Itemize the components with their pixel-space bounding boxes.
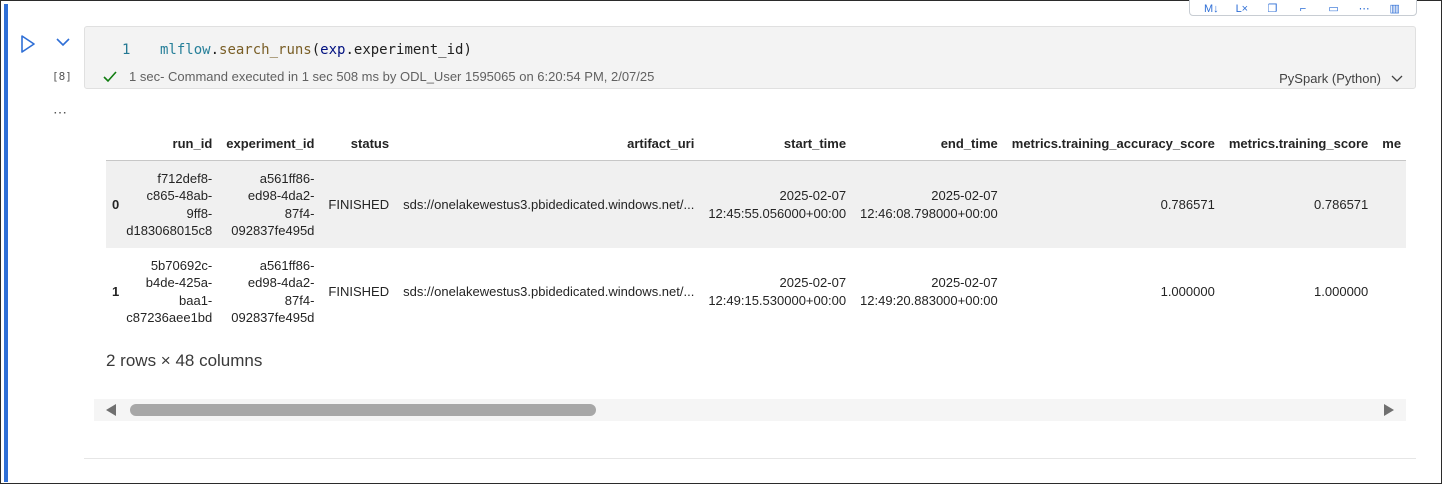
cell-line: 87f4-: [284, 292, 315, 308]
cell-line: d183068015c8: [126, 223, 213, 238]
active-cell-indicator: [4, 4, 8, 482]
column-header: end_time: [853, 126, 1005, 161]
cell-line: 87f4-: [284, 205, 315, 221]
cell-experiment-id: a561ff86- ed98-4da2- 87f4- 092837fe495d: [219, 160, 322, 248]
cell-artifact-uri: sds://onelakewestus3.pbidedicated.window…: [396, 160, 702, 248]
execution-status: 1 sec - Command executed in 1 sec 508 ms…: [103, 69, 654, 84]
code-token-rest: .experiment_id): [345, 42, 472, 58]
cell-training-accuracy-score: 1.000000: [1004, 248, 1222, 335]
dataframe-shape: 2 rows × 48 columns: [106, 351, 263, 370]
cell-training-score: 0.786571: [1221, 160, 1376, 248]
status-duration: 1 sec: [129, 69, 161, 84]
dataframe-table: run_id experiment_id status artifact_uri…: [106, 126, 1406, 335]
run-cell-button[interactable]: [20, 35, 36, 53]
column-header: me: [1375, 126, 1406, 161]
column-header: metrics.training_score: [1221, 126, 1376, 161]
cell-line: c865-48ab-: [146, 188, 213, 203]
row-index: 1: [106, 248, 120, 335]
table-row: 0 f712def8- c865-48ab- 9ff8- d183068015c…: [106, 160, 1406, 248]
cell-end-time: 2025-02-07 12:49:20.883000+00:00: [853, 248, 1005, 335]
chevron-down-icon: [56, 38, 70, 47]
code-token-dot: .: [210, 42, 220, 58]
cell-line: a561ff86-: [259, 170, 315, 186]
line-number: 1: [122, 42, 131, 58]
table-header-row: run_id experiment_id status artifact_uri…: [106, 126, 1406, 161]
status-text: - Command executed in 1 sec 508 ms by OD…: [160, 69, 655, 84]
column-header: artifact_uri: [396, 126, 702, 161]
cell-divider: [84, 458, 1416, 459]
cell-line: ed98-4da2-: [247, 275, 315, 290]
more-options-icon[interactable]: ⋯: [1356, 3, 1372, 15]
cell-status: FINISHED: [321, 248, 397, 335]
execution-count: [8]: [52, 70, 72, 83]
language-selector[interactable]: PySpark (Python): [1279, 71, 1403, 86]
code-line[interactable]: mlflow.search_runs(exp.experiment_id): [160, 42, 472, 58]
cell-line: 2025-02-07: [931, 188, 998, 203]
cell-line: 092837fe495d: [231, 223, 315, 238]
cell-training-score: 1.000000: [1221, 248, 1376, 335]
freeze-icon[interactable]: ▭: [1326, 3, 1342, 15]
cell-toolbar: M↓ L× ❐ ⌐ ▭ ⋯ ▥: [1189, 0, 1417, 16]
code-token-function: search_runs: [219, 42, 312, 58]
code-token-object: mlflow: [160, 42, 211, 58]
code-token-argument: exp: [320, 42, 346, 58]
language-label: PySpark (Python): [1279, 71, 1381, 86]
column-header: status: [321, 126, 397, 161]
cell-line: 12:46:08.798000+00:00: [860, 205, 998, 221]
delete-icon[interactable]: ▥: [1387, 3, 1403, 15]
column-header-index: [106, 126, 120, 161]
cell-line: 9ff8-: [186, 205, 213, 221]
cell-line: 2025-02-07: [779, 188, 847, 203]
cell-line: 2025-02-07: [779, 275, 847, 290]
cell-line: c87236aee1bd: [126, 310, 213, 325]
scroll-right-icon[interactable]: [1384, 404, 1394, 416]
cell-line: 2025-02-07: [931, 275, 998, 290]
column-header: experiment_id: [219, 126, 322, 161]
cell-line: a561ff86-: [259, 257, 315, 273]
table-row: 1 5b70692c- b4de-425a- baa1- c87236aee1b…: [106, 248, 1406, 335]
collapse-cell-button[interactable]: [55, 35, 71, 49]
column-header: run_id: [119, 126, 220, 161]
comment-icon[interactable]: ⌐: [1295, 3, 1311, 15]
cell-line: f712def8-: [157, 170, 213, 186]
cell-start-time: 2025-02-07 12:49:15.530000+00:00: [701, 248, 854, 335]
copy-icon[interactable]: ❐: [1264, 3, 1280, 15]
code-token-paren: (: [311, 42, 321, 58]
cell-line: 12:49:15.530000+00:00: [708, 292, 847, 308]
cell-line: ed98-4da2-: [247, 188, 315, 203]
cell-line: 12:49:20.883000+00:00: [860, 292, 998, 308]
chevron-down-icon: [1391, 75, 1403, 82]
cell-line: baa1-: [179, 292, 213, 308]
scrollbar-thumb[interactable]: [130, 404, 596, 416]
code-editor[interactable]: 1 mlflow.search_runs(exp.experiment_id) …: [84, 26, 1416, 89]
horizontal-scrollbar[interactable]: [94, 399, 1406, 421]
markdown-toggle-icon[interactable]: M↓: [1203, 3, 1219, 15]
scroll-left-icon[interactable]: [106, 404, 116, 416]
row-index: 0: [106, 160, 120, 248]
check-icon: [103, 70, 117, 82]
column-header: start_time: [701, 126, 854, 161]
play-icon: [21, 35, 35, 53]
cell-line: 5b70692c-: [150, 257, 213, 273]
column-header: metrics.training_accuracy_score: [1004, 126, 1222, 161]
cell-truncated: [1375, 248, 1406, 335]
cell-status: FINISHED: [321, 160, 397, 248]
output-more-icon[interactable]: ⋯: [53, 104, 68, 121]
cell-line: 092837fe495d: [231, 310, 315, 325]
cell-line: b4de-425a-: [145, 275, 213, 290]
cell-truncated: [1375, 160, 1406, 248]
cell-run-id: f712def8- c865-48ab- 9ff8- d183068015c8: [119, 160, 220, 248]
cell-line: 12:45:55.056000+00:00: [708, 205, 847, 221]
cell-artifact-uri: sds://onelakewestus3.pbidedicated.window…: [396, 248, 702, 335]
cell-start-time: 2025-02-07 12:45:55.056000+00:00: [701, 160, 854, 248]
cell-run-id: 5b70692c- b4de-425a- baa1- c87236aee1bd: [119, 248, 220, 335]
dataframe-output: run_id experiment_id status artifact_uri…: [106, 126, 1406, 335]
cell-end-time: 2025-02-07 12:46:08.798000+00:00: [853, 160, 1005, 248]
clear-output-icon[interactable]: L×: [1234, 3, 1250, 15]
cell-experiment-id: a561ff86- ed98-4da2- 87f4- 092837fe495d: [219, 248, 322, 335]
cell-training-accuracy-score: 0.786571: [1004, 160, 1222, 248]
